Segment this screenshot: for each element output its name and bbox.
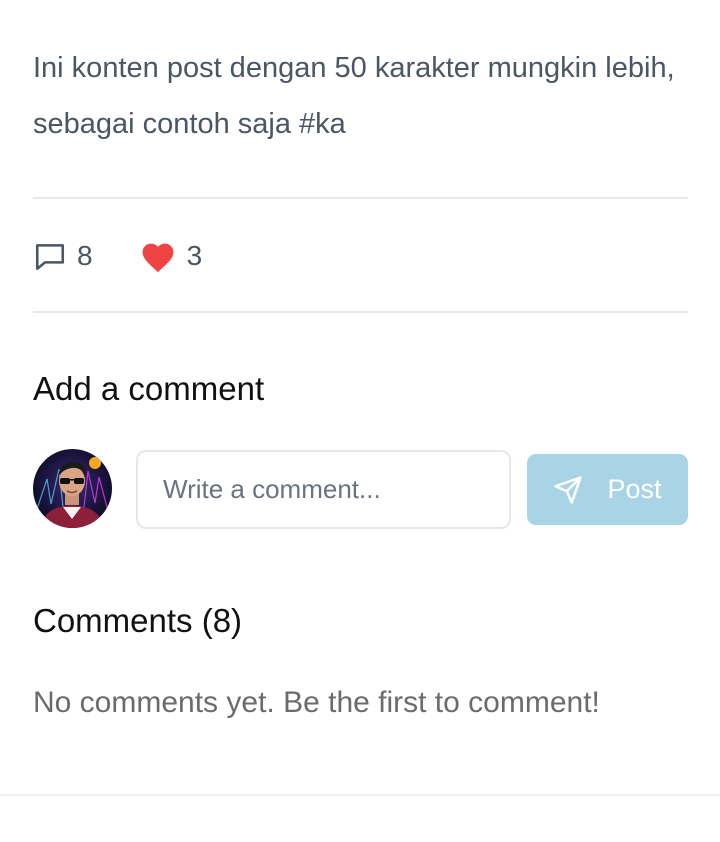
comment-bubble-icon bbox=[33, 239, 67, 273]
comments-title: Comments (8) bbox=[33, 602, 243, 639]
avatar bbox=[33, 449, 112, 528]
divider-bottom bbox=[0, 794, 720, 796]
send-icon bbox=[553, 475, 583, 505]
like-button[interactable]: 3 bbox=[139, 234, 203, 278]
comment-input[interactable] bbox=[136, 450, 511, 529]
post-button-label: Post bbox=[607, 474, 662, 504]
post-comment-button[interactable]: Post bbox=[527, 454, 688, 525]
like-count: 3 bbox=[186, 240, 203, 271]
post-detail-page: Ini konten post dengan 50 karakter mungk… bbox=[0, 0, 720, 842]
no-comments-message: No comments yet. Be the first to comment… bbox=[33, 686, 600, 719]
add-comment-title: Add a comment bbox=[33, 370, 265, 407]
comment-count: 8 bbox=[77, 240, 93, 271]
divider-mid bbox=[33, 311, 688, 313]
post-stats: 8 3 bbox=[33, 234, 202, 278]
heart-icon bbox=[139, 239, 177, 273]
post-content: Ini konten post dengan 50 karakter mungk… bbox=[33, 52, 675, 140]
comment-count-button[interactable]: 8 bbox=[33, 234, 93, 278]
divider-top bbox=[33, 197, 688, 199]
